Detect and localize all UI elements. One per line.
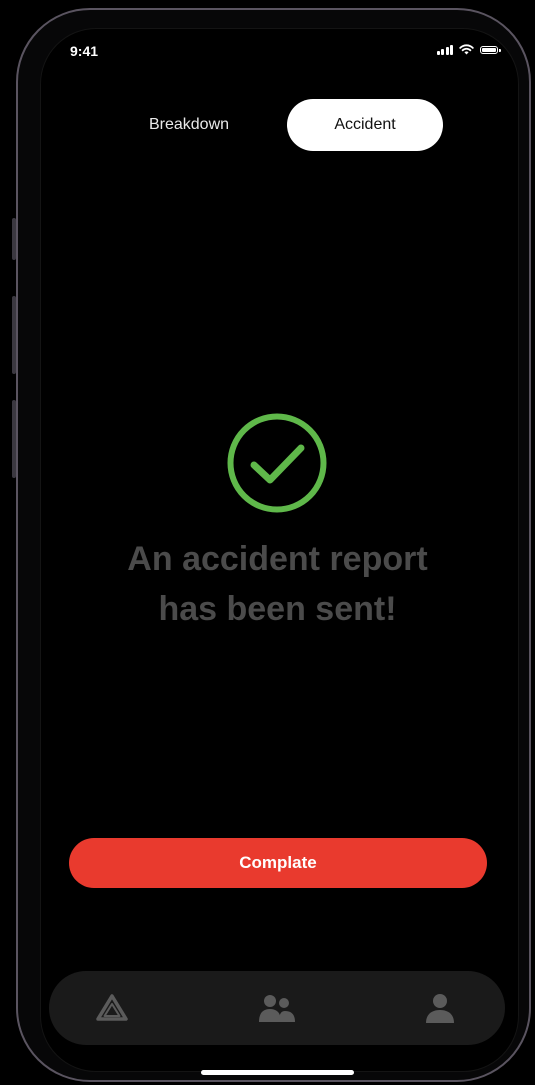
- confirmation-message: An accident report has been sent!: [60, 534, 495, 634]
- tab-breakdown[interactable]: Breakdown: [111, 99, 267, 151]
- nav-item-home[interactable]: [77, 971, 147, 1045]
- check-circle-icon: [227, 413, 327, 513]
- nav-item-profile[interactable]: [405, 971, 475, 1045]
- complete-button[interactable]: Complate: [69, 838, 487, 888]
- bottom-navigation: [49, 971, 505, 1045]
- battery-icon: [480, 45, 501, 54]
- home-indicator[interactable]: [201, 1070, 354, 1075]
- side-button-volume-down: [12, 400, 16, 478]
- side-button-silent: [12, 218, 16, 260]
- confirmation-message-line-2: has been sent!: [158, 590, 397, 628]
- incident-type-tabs: Breakdown Accident: [111, 99, 443, 151]
- side-button-volume-up: [12, 296, 16, 374]
- cellular-signal-icon: [436, 44, 453, 55]
- tab-accident[interactable]: Accident: [287, 99, 443, 151]
- status-time: 9:41: [70, 43, 99, 59]
- group-icon: [259, 995, 295, 1022]
- wifi-icon: [459, 44, 474, 55]
- triangle-icon: [96, 994, 128, 1021]
- status-icons: [436, 44, 501, 55]
- nav-item-group[interactable]: [242, 971, 312, 1045]
- confirmation-message-line-1: An accident report: [127, 540, 428, 578]
- profile-icon: [426, 994, 454, 1023]
